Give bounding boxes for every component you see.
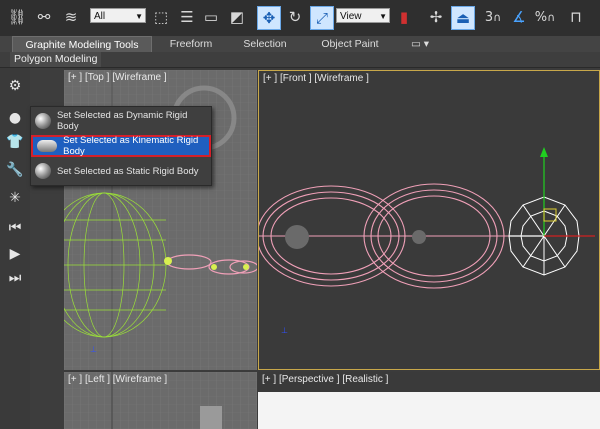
mcloth-icon[interactable]: 👕 — [5, 132, 25, 152]
tab-selection[interactable]: Selection — [234, 36, 296, 52]
ragdoll-icon[interactable]: ✳ — [5, 188, 25, 208]
main-toolbar: ⛓ ⚯ ≋ All ▼ ⬚ ☰ ▭ ◩ ✥ ↻ ⤢ View ▼ ▮ ✢ ⏏ 3… — [0, 0, 600, 37]
static-rigid-body-icon — [35, 163, 51, 179]
ribbon-options-icon[interactable]: ▭ ▾ — [406, 36, 434, 52]
svg-text:⊥: ⊥ — [90, 345, 97, 354]
massfx-toolbar: ⚙ ● 👕 🔧 ✳ ⏮ ▶ ⏭ — [0, 68, 31, 429]
rigid-body-icon[interactable]: ● — [5, 108, 25, 128]
select-scale-icon[interactable]: ⤢ — [310, 6, 334, 30]
svg-text:⊥: ⊥ — [281, 326, 288, 335]
viewport-left-label[interactable]: [+ ] [Left ] [Wireframe ] — [68, 374, 167, 385]
set-kinematic-rigid-body-label: Set Selected as Kinematic Rigid Body — [63, 135, 199, 157]
reset-simulation-icon[interactable]: ⏮ — [5, 218, 25, 238]
window-crossing-icon[interactable]: ◩ — [226, 6, 248, 28]
viewport-top-label[interactable]: [+ ] [Top ] [Wireframe ] — [68, 72, 167, 83]
chevron-down-icon: ▼ — [379, 12, 387, 21]
pivot-icon[interactable]: ▮ — [393, 6, 415, 28]
reference-coord-dropdown[interactable]: View ▼ — [336, 8, 390, 23]
viewport-left[interactable]: [+ ] [Left ] [Wireframe ] — [64, 372, 257, 429]
set-dynamic-rigid-body-item[interactable]: Set Selected as Dynamic Rigid Body — [31, 110, 211, 132]
set-dynamic-rigid-body-label: Set Selected as Dynamic Rigid Body — [56, 110, 188, 132]
magnet-icon: ∩ — [547, 10, 556, 24]
reference-coord-value: View — [340, 11, 362, 22]
spinner-snap-icon[interactable]: ⊓ — [565, 6, 587, 28]
dynamic-rigid-body-icon — [35, 113, 51, 129]
percent-symbol: % — [534, 9, 548, 25]
front-wireframe: ⊥ — [259, 147, 595, 335]
percent-snap-toggle[interactable]: % ∩ — [534, 6, 556, 28]
select-rotate-icon[interactable]: ↻ — [284, 6, 306, 28]
set-static-rigid-body-label: Set Selected as Static Rigid Body — [57, 165, 199, 177]
align-icon[interactable]: ⏏ — [451, 6, 475, 30]
tab-object-paint[interactable]: Object Paint — [312, 36, 388, 52]
snap-value: 3 — [484, 9, 494, 25]
set-static-rigid-body-item[interactable]: Set Selected as Static Rigid Body — [31, 160, 211, 182]
select-move-icon[interactable]: ✥ — [257, 6, 281, 30]
magnet-icon: ∩ — [493, 10, 502, 24]
mirror-icon[interactable]: ✢ — [425, 6, 447, 28]
rectangular-region-icon[interactable]: ▭ — [200, 6, 222, 28]
rigid-body-flyout: Set Selected as Dynamic Rigid Body Set S… — [30, 106, 212, 186]
select-object-icon[interactable]: ⬚ — [150, 6, 172, 28]
viewport-perspective[interactable]: [+ ] [Perspective ] [Realistic ] — [258, 372, 600, 429]
bind-space-warp-icon[interactable]: ≋ — [60, 6, 82, 28]
unlink-icon[interactable]: ⚯ — [33, 6, 55, 28]
viewport-front[interactable]: ⊥ [+ ] [Front ] [Wireframe ] — [258, 70, 600, 370]
play-simulation-icon[interactable]: ▶ — [5, 244, 25, 264]
constraint-icon[interactable]: 🔧 — [5, 160, 25, 180]
selection-filter-value: All — [94, 11, 106, 22]
selection-filter-dropdown[interactable]: All ▼ — [90, 8, 146, 23]
ribbon-tabs: Graphite Modeling Tools Freeform Selecti… — [0, 36, 600, 53]
snap-toggle[interactable]: 3 ∩ — [480, 6, 506, 28]
step-simulation-icon[interactable]: ⏭ — [5, 268, 25, 288]
tab-freeform[interactable]: Freeform — [160, 36, 222, 52]
kinematic-rigid-body-icon — [37, 140, 58, 152]
viewport-perspective-label[interactable]: [+ ] [Perspective ] [Realistic ] — [262, 374, 388, 385]
polygon-modeling-label[interactable]: Polygon Modeling — [10, 52, 102, 67]
tab-graphite-modeling-tools[interactable]: Graphite Modeling Tools — [12, 36, 152, 52]
set-kinematic-rigid-body-item[interactable]: Set Selected as Kinematic Rigid Body — [31, 135, 211, 157]
link-icon[interactable]: ⛓ — [6, 6, 28, 28]
viewport-front-label[interactable]: [+ ] [Front ] [Wireframe ] — [263, 73, 369, 84]
perspective-background — [258, 392, 600, 429]
world-parameters-icon[interactable]: ⚙ — [5, 76, 25, 96]
angle-snap-icon[interactable]: ∡ — [508, 6, 530, 28]
select-by-name-icon[interactable]: ☰ — [176, 6, 198, 28]
chevron-down-icon: ▼ — [135, 12, 143, 21]
